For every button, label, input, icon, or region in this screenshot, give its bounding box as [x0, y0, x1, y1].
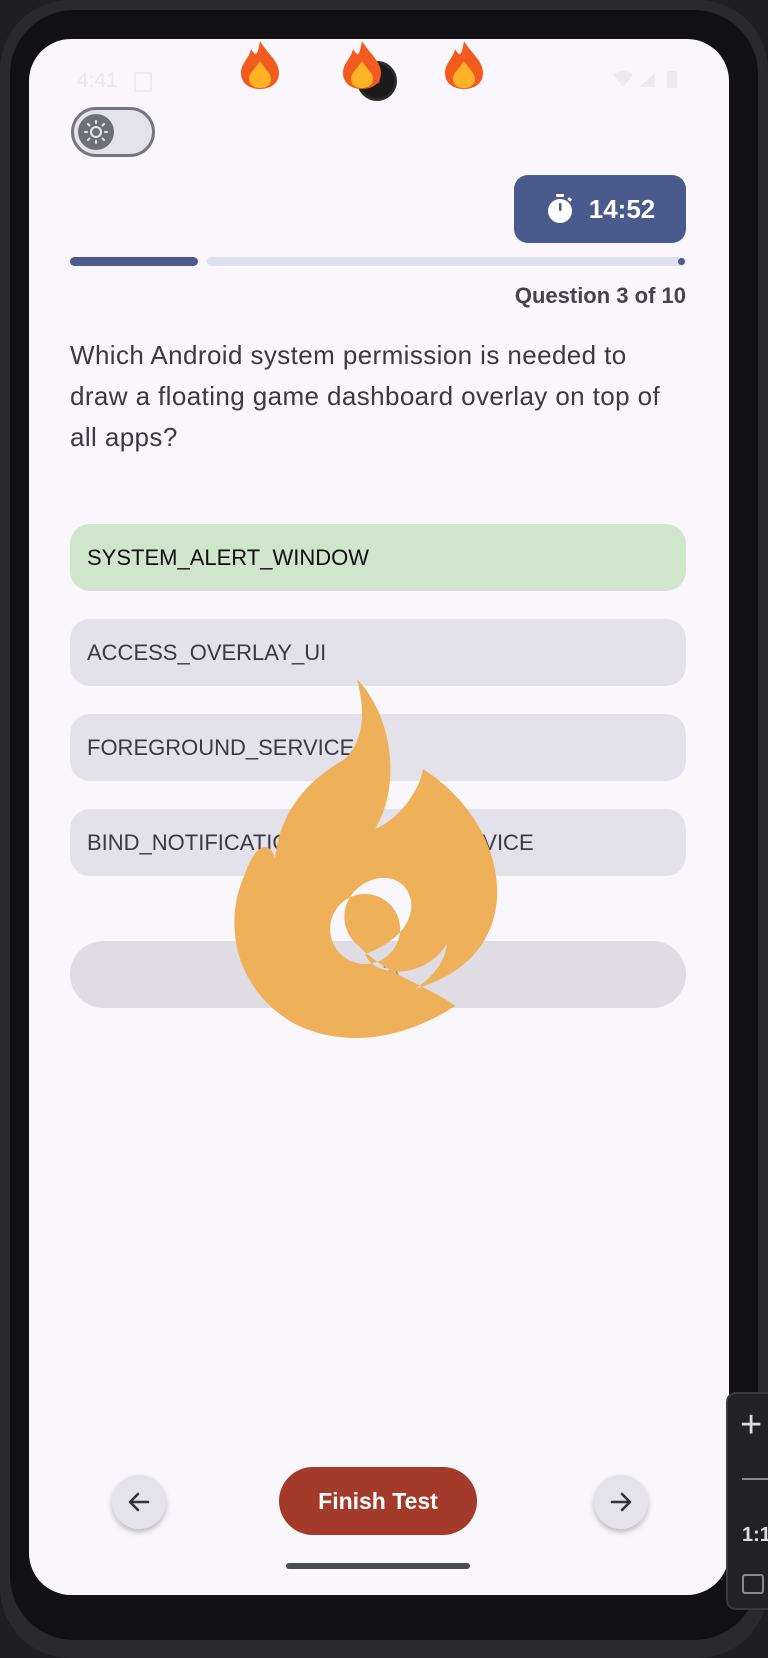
stopwatch-icon: [547, 194, 572, 223]
skip-label: Skip: [356, 961, 400, 987]
option-label: SYSTEM_ALERT_WINDOW: [87, 544, 369, 570]
status-icons: [611, 69, 685, 97]
status-notification-icon: [134, 72, 152, 92]
question-counter: Question 3 of 10: [514, 283, 686, 308]
finish-test-button[interactable]: Finish Test: [279, 1467, 477, 1535]
status-time: 4:41: [77, 69, 118, 92]
streak-fire-icon-2: [343, 41, 381, 89]
emulator-zoom-toolbar: + 1:1: [726, 1392, 768, 1610]
streak-fire-icon-1: [241, 41, 279, 89]
option-1[interactable]: SYSTEM_ALERT_WINDOW: [70, 524, 686, 591]
progress-bar-track: [207, 257, 686, 266]
zoom-in-button[interactable]: +: [740, 1406, 762, 1444]
timer-chip: 14:52: [514, 175, 686, 243]
streak-fire-icon-3: [445, 41, 483, 89]
option-label: ACCESS_OVERLAY_UI: [87, 639, 327, 665]
sun-icon: [78, 114, 114, 150]
option-label: FOREGROUND_SERVICE: [87, 734, 355, 760]
previous-button[interactable]: [112, 1475, 166, 1529]
option-2[interactable]: ACCESS_OVERLAY_UI: [70, 619, 686, 686]
wifi-battery-icons: [613, 71, 677, 88]
home-indicator[interactable]: [286, 1563, 470, 1569]
zoom-out-button[interactable]: [742, 1478, 768, 1480]
progress-end-dot: [678, 258, 685, 265]
zoom-ratio-button[interactable]: 1:1: [742, 1524, 768, 1547]
arrow-right-icon: [610, 1492, 632, 1512]
arrow-left-icon: [128, 1492, 150, 1512]
progress-bar-filled: [70, 257, 198, 266]
finish-test-label: Finish Test: [318, 1487, 438, 1514]
option-label: BIND_NOTIFICATION_LISTENER_SERVICE: [87, 829, 534, 855]
option-3[interactable]: FOREGROUND_SERVICE: [70, 714, 686, 781]
skip-button[interactable]: Skip: [70, 941, 686, 1008]
question-text: Which Android system permission is neede…: [70, 340, 661, 452]
theme-toggle[interactable]: [71, 107, 155, 157]
app-screen: 4:41 14:52 Question 3 of 10 Which Androi…: [29, 39, 729, 1595]
timer-text: 14:52: [588, 193, 656, 224]
next-button[interactable]: [594, 1475, 648, 1529]
fit-screen-icon[interactable]: [742, 1574, 764, 1594]
option-4[interactable]: BIND_NOTIFICATION_LISTENER_SERVICE: [70, 809, 686, 876]
